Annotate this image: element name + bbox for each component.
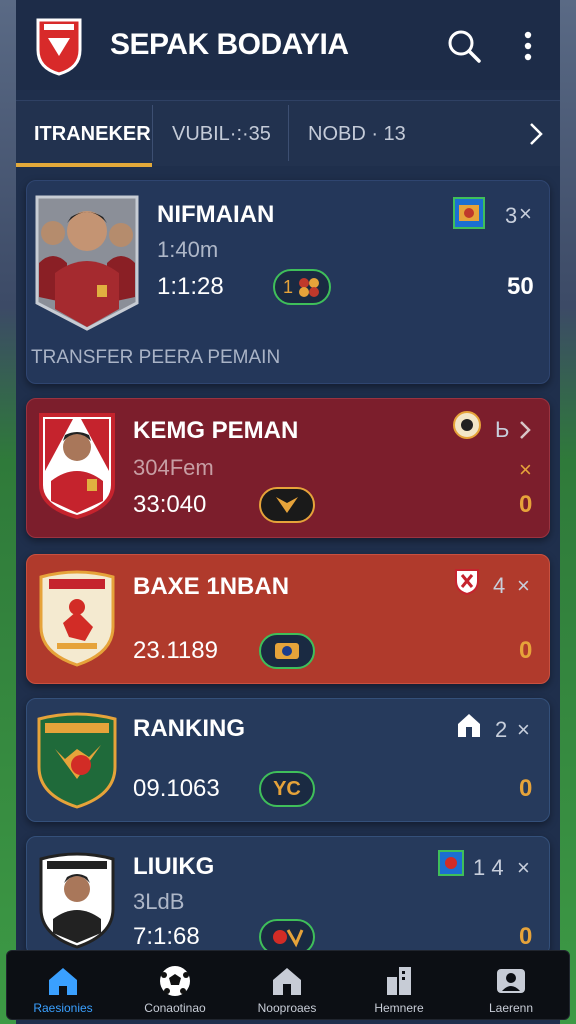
bottom-navigation: Raesionies Conaotinao Nooproaes Hemnere (6, 950, 570, 1020)
player-photo (35, 195, 139, 331)
nav-item-news[interactable]: Nooproaes (231, 951, 343, 1021)
nav-label: Hemnere (374, 1001, 424, 1015)
app-header: SEPAK BODAYIA (16, 0, 560, 90)
tab-bar: ITRANEKER VUBIL·:·35 NOBD · 13 (16, 100, 560, 167)
nav-item-matches[interactable]: Conaotinao (119, 951, 231, 1021)
card-count: 3 (505, 203, 518, 228)
tab-second[interactable]: VUBIL·:·35 (172, 101, 271, 167)
player-time: 7:1:68 (133, 923, 200, 950)
home-icon (49, 968, 77, 995)
close-icon[interactable]: × (517, 573, 530, 599)
club-pill[interactable]: 1 (273, 269, 331, 305)
card-score: 0 (519, 775, 533, 802)
ranking-title: RANKING (133, 715, 245, 742)
nav-label: Conaotinao (144, 1001, 206, 1015)
home-badge-icon (458, 714, 480, 737)
card-score: 50 (507, 273, 534, 300)
club-crest-icon (39, 570, 115, 667)
soccer-badge-icon (453, 411, 481, 439)
tab-separator (288, 105, 289, 161)
club-time: 23.1189 (133, 637, 218, 664)
chevron-right-icon[interactable] (517, 419, 533, 441)
card-score: 0 (519, 491, 533, 518)
player-subtitle: 1:40m (157, 237, 219, 262)
nav-label: Laerenn (488, 1001, 534, 1015)
shield-badge-icon (455, 569, 479, 595)
card-count: 4 (493, 573, 506, 598)
chevron-right-icon[interactable] (524, 119, 548, 149)
stadium-background-left (0, 0, 16, 1024)
club-crest-icon (276, 497, 298, 513)
close-icon[interactable]: × (519, 457, 532, 483)
club-name: BAXE 1NBAN (133, 573, 290, 600)
stadium-background-right (560, 0, 576, 1024)
player-name: NIFMAIAN (157, 201, 275, 228)
card-footer-label: TRANSFER PEERA PEMAIN (31, 347, 281, 368)
player-time: 33:040 (133, 491, 207, 518)
card-score: 0 (519, 637, 533, 664)
tab-separator (152, 105, 153, 161)
nav-label: Raesionies (33, 1001, 93, 1015)
club-card[interactable]: BAXE 1NBAN 23.1189 4 × 0 (26, 554, 550, 684)
soccer-ball-icon (160, 966, 190, 996)
app-title: SEPAK BODAYIA (110, 28, 349, 61)
player-photo (39, 852, 115, 949)
active-tab-indicator (16, 163, 152, 167)
nav-item-home[interactable]: Raesionies (7, 951, 119, 1021)
club-crest-icon (275, 643, 299, 659)
club-pill[interactable] (259, 487, 315, 523)
card-count: Ь (495, 417, 510, 442)
profile-icon (497, 969, 525, 993)
card-count: 1 4 (473, 855, 504, 880)
club-crest-icon (37, 712, 117, 809)
player-card[interactable]: NIFMAIAN 1:40m 1:1:28 1 3 × 50 TRANSFER … (26, 180, 550, 384)
player-name: KEMG PEMAN (133, 417, 299, 444)
nav-item-players[interactable]: Hemnere (343, 951, 455, 1021)
ranking-time: 09.1063 (133, 775, 220, 802)
club-pill[interactable]: YC (259, 771, 315, 807)
building-icon (387, 967, 411, 995)
search-icon[interactable] (446, 28, 482, 64)
player-time: 1:1:28 (157, 273, 224, 300)
player-subtitle: 304Fem (133, 455, 214, 480)
house-icon (273, 968, 301, 995)
pill-number: 1 (282, 276, 293, 297)
club-crest-icon (299, 278, 319, 297)
player-name: LIUIKG (133, 853, 215, 880)
more-options-icon[interactable] (516, 28, 540, 64)
player-card[interactable]: KEMG PEMAN 304Fem 33:040 Ь × 0 (26, 398, 550, 538)
flag-icon (438, 850, 464, 876)
player-photo (39, 413, 115, 519)
club-crest-icon (273, 929, 304, 948)
close-icon[interactable]: × (517, 855, 530, 881)
card-count: 2 (495, 717, 508, 742)
ranking-card[interactable]: RANKING 09.1063 YC 2 × 0 (26, 698, 550, 822)
tab-trending[interactable]: ITRANEKER (34, 101, 151, 167)
flag-icon (453, 197, 485, 229)
nav-item-profile[interactable]: Laerenn (455, 951, 567, 1021)
card-score: 0 (519, 923, 533, 950)
pill-text: YC (273, 777, 301, 800)
club-logo-icon (36, 18, 82, 76)
tab-third[interactable]: NOBD · 13 (308, 101, 406, 167)
close-icon[interactable]: × (519, 201, 532, 227)
club-pill[interactable] (259, 633, 315, 669)
close-icon[interactable]: × (517, 717, 530, 743)
nav-label: Nooproaes (257, 1001, 317, 1015)
player-card[interactable]: LIUIKG 3LdB 7:1:68 1 4 × 0 (26, 836, 550, 956)
player-subtitle: 3LdB (133, 889, 185, 914)
